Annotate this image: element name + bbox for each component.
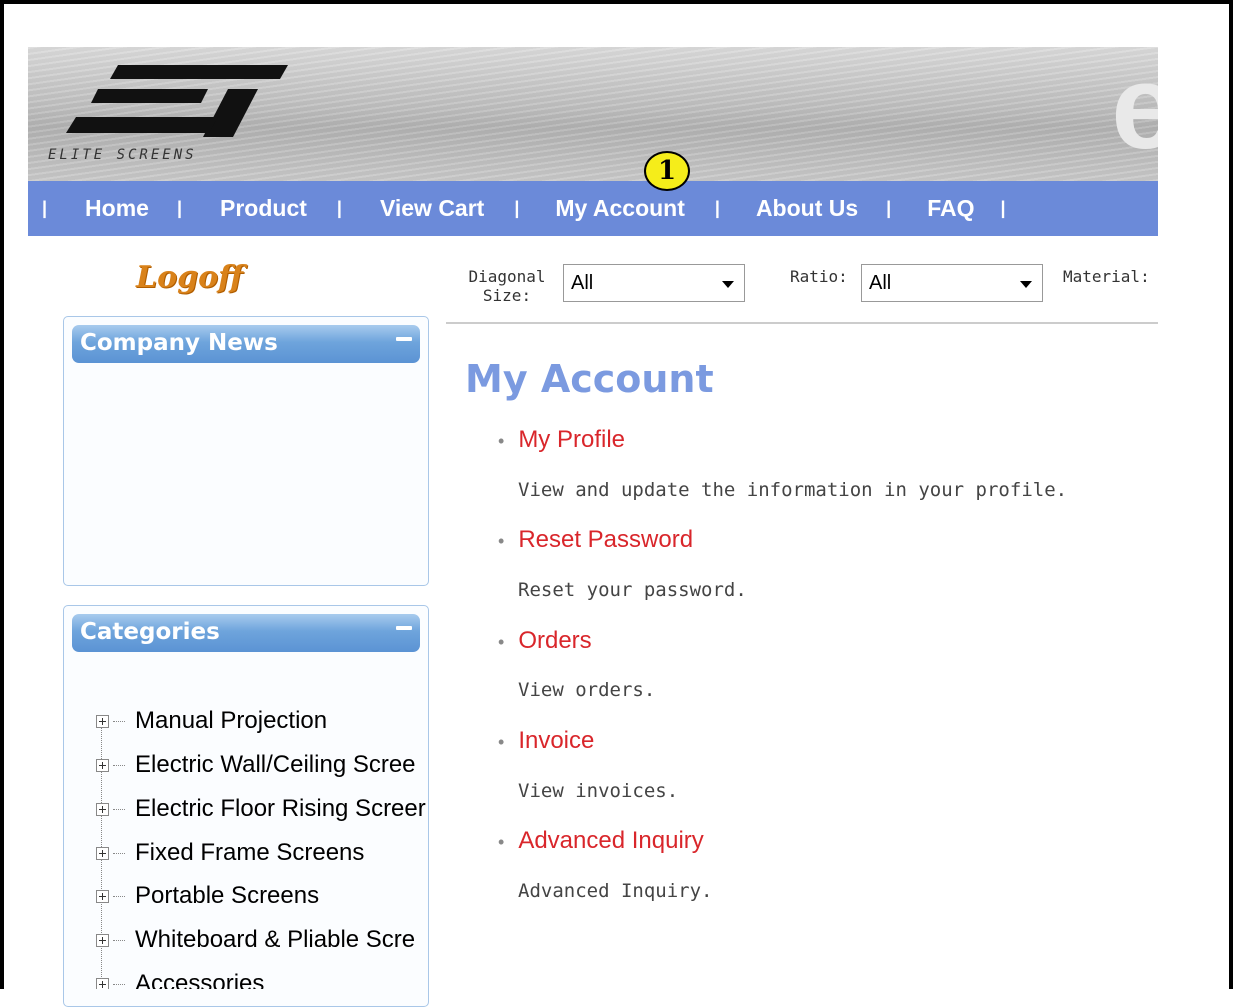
company-news-panel: Company News <box>63 316 429 586</box>
nav-about-us[interactable]: About Us <box>756 195 858 222</box>
tree-item[interactable]: Fixed Frame Screens <box>96 836 364 870</box>
my-profile-desc: View and update the information in your … <box>518 479 1068 501</box>
tree-item[interactable]: Whiteboard & Pliable Scre <box>96 923 415 957</box>
diagonal-size-select[interactable]: All <box>563 264 745 302</box>
elite-screens-logo <box>66 65 288 137</box>
categories-title: Categories <box>80 619 220 645</box>
expand-icon[interactable] <box>96 846 109 860</box>
reset-password-desc: Reset your password. <box>518 579 747 601</box>
tree-item[interactable]: Manual Projection <box>96 704 327 738</box>
nav-separator: | <box>514 198 520 218</box>
tree-item-label[interactable]: Accessories <box>135 970 264 989</box>
tree-item-label[interactable]: Fixed Frame Screens <box>135 839 364 867</box>
ratio-select[interactable]: All <box>861 264 1043 302</box>
ratio-label: Ratio: <box>790 267 848 286</box>
tree-item-label[interactable]: Whiteboard & Pliable Scre <box>135 926 415 954</box>
nav-home[interactable]: Home <box>85 195 149 222</box>
tree-item[interactable]: Electric Wall/Ceiling Scree <box>96 748 416 782</box>
nav-separator: | <box>886 198 892 218</box>
step-marker: 1 <box>644 151 690 191</box>
expand-icon[interactable] <box>96 977 109 989</box>
category-tree: Manual Projection Electric Wall/Ceiling … <box>96 704 426 989</box>
collapse-icon[interactable] <box>396 626 412 630</box>
collapse-icon[interactable] <box>396 337 412 341</box>
nav-separator: | <box>1000 198 1006 218</box>
dropdown-arrow-icon <box>1020 281 1032 288</box>
logo-text: ELITE SCREENS <box>48 147 197 163</box>
nav-separator: | <box>336 198 342 218</box>
invoice-desc: View invoices. <box>518 780 679 802</box>
expand-icon[interactable] <box>96 802 109 816</box>
nav-product[interactable]: Product <box>220 195 307 222</box>
advanced-inquiry-desc: Advanced Inquiry. <box>518 880 713 902</box>
expand-icon[interactable] <box>96 758 109 772</box>
main-nav: | Home | Product | View Cart | My Accoun… <box>28 181 1158 236</box>
tree-item-label[interactable]: Electric Floor Rising Screer <box>135 795 426 823</box>
logoff-link[interactable]: Logoff <box>136 260 243 295</box>
tree-item[interactable]: Electric Floor Rising Screer <box>96 792 426 826</box>
nav-view-cart[interactable]: View Cart <box>380 195 484 222</box>
nav-separator: | <box>714 198 720 218</box>
expand-icon[interactable] <box>96 889 109 903</box>
nav-separator: | <box>42 198 48 218</box>
tree-item[interactable]: Accessories <box>96 967 264 989</box>
tree-item-label[interactable]: Manual Projection <box>135 707 327 735</box>
material-label: Material: <box>1063 267 1150 286</box>
nav-separator: | <box>176 198 182 218</box>
site-banner: ELITE SCREENS e <box>28 47 1158 181</box>
orders-desc: View orders. <box>518 679 656 701</box>
company-news-title: Company News <box>80 330 278 356</box>
expand-icon[interactable] <box>96 933 109 947</box>
nav-my-account[interactable]: My Account <box>555 195 685 222</box>
diagonal-size-label: Diagonal Size: <box>468 267 546 305</box>
reset-password-link[interactable]: • Reset Password <box>498 526 693 554</box>
my-profile-link[interactable]: • My Profile <box>498 426 625 454</box>
page-title: My Account <box>465 357 714 401</box>
tree-item-label[interactable]: Electric Wall/Ceiling Scree <box>135 751 416 779</box>
company-news-header: Company News <box>72 325 420 363</box>
categories-header: Categories <box>72 614 420 652</box>
advanced-inquiry-link[interactable]: • Advanced Inquiry <box>498 827 704 855</box>
tree-item[interactable]: Portable Screens <box>96 879 319 913</box>
banner-big-letter: e <box>1111 47 1158 174</box>
invoice-link[interactable]: • Invoice <box>498 727 594 755</box>
dropdown-arrow-icon <box>722 281 734 288</box>
nav-faq[interactable]: FAQ <box>927 195 974 222</box>
orders-link[interactable]: • Orders <box>498 627 592 655</box>
expand-icon[interactable] <box>96 714 109 728</box>
tree-item-label[interactable]: Portable Screens <box>135 882 319 910</box>
filter-divider <box>446 322 1158 324</box>
